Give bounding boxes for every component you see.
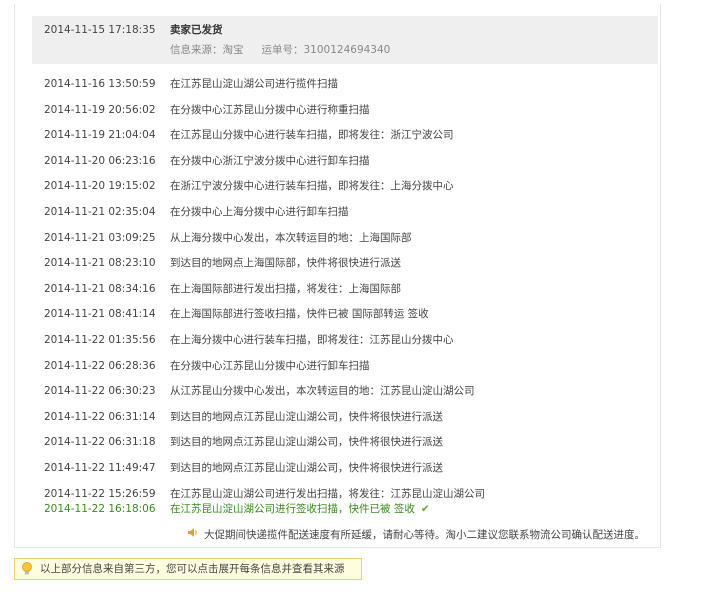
check-icon: ✔	[420, 503, 430, 515]
speaker-icon	[187, 526, 199, 544]
event-desc: 到达目的地网点上海国际部，快件将很快进行派送	[170, 257, 401, 270]
event-desc: 到达目的地网点江苏昆山淀山湖公司，快件将很快进行派送	[170, 462, 443, 474]
event-time: 2014-11-21 08:23:10	[44, 257, 156, 270]
notice-text: 大促期间快递揽件配送速度有所延缓，请耐心等待。淘小二建议您联系物流公司确认配送进…	[204, 529, 645, 541]
event-desc: 在浙江宁波分拨中心进行装车扫描，即将发往：上海分拨中心	[170, 180, 454, 193]
event-title: 卖家已发货	[170, 24, 223, 36]
event-desc: 在上海国际部进行发出扫描，将发往：上海国际部	[170, 282, 401, 295]
event-desc-text: 在江苏昆山淀山湖公司进行签收扫描，快件已被 签收	[170, 503, 415, 515]
event-desc: 在分拨中心江苏昆山分拨中心进行称重扫描	[170, 103, 370, 116]
event-time: 2014-11-22 11:49:47	[44, 462, 156, 474]
event-time: 2014-11-19 20:56:02	[44, 103, 156, 116]
event-desc: 在分拨中心上海分拨中心进行卸车扫描	[170, 206, 349, 218]
event-time: 2014-11-21 08:41:14	[44, 308, 156, 321]
event-time: 2014-11-21 03:09:25	[44, 231, 156, 244]
event-desc: 到达目的地网点江苏昆山淀山湖公司，快件将很快进行派送	[170, 410, 443, 423]
event-desc: 在江苏昆山淀山湖公司进行揽件扫描	[170, 78, 338, 90]
waybill-number: 运单号：3100124694340	[261, 44, 391, 56]
event-desc: 在上海分拨中心进行装车扫描，即将发往：江苏昆山分拨中心	[170, 334, 454, 346]
event-desc: 在分拨中心江苏昆山分拨中心进行卸车扫描	[170, 359, 370, 372]
source-label: 信息来源：淘宝	[170, 44, 244, 56]
event-time: 2014-11-19 21:04:04	[44, 129, 156, 142]
event-time: 2014-11-20 19:15:02	[44, 180, 156, 193]
event-desc: 在分拨中心浙江宁波分拨中心进行卸车扫描	[170, 154, 370, 167]
third-party-tip: 以上部分信息来自第三方，您可以点击展开每条信息并查看其来源	[14, 558, 362, 580]
notice: 大促期间快递揽件配送速度有所延缓，请耐心等待。淘小二建议您联系物流公司确认配送进…	[187, 526, 645, 544]
event-desc: 在上海国际部进行签收扫描，快件已被 国际部转运 签收	[170, 308, 429, 321]
event-desc: 到达目的地网点江苏昆山淀山湖公司，快件将很快进行派送	[170, 436, 443, 449]
tip-text: 以上部分信息来自第三方，您可以点击展开每条信息并查看其来源	[40, 563, 345, 575]
event-desc: 从江苏昆山分拨中心发出，本次转运目的地：江苏昆山淀山湖公司	[170, 385, 475, 398]
event-time: 2014-11-21 02:35:04	[44, 206, 156, 218]
event-desc: 在江苏昆山分拨中心进行装车扫描，即将发往：浙江宁波公司	[170, 129, 454, 142]
event-time: 2014-11-16 13:50:59	[44, 78, 156, 90]
event-time: 2014-11-15 17:18:35	[44, 24, 156, 36]
event-time: 2014-11-21 08:34:16	[44, 282, 156, 295]
event-time: 2014-11-22 06:31:14	[44, 410, 156, 423]
event-time: 2014-11-20 06:23:16	[44, 154, 156, 167]
event-desc: 在江苏昆山淀山湖公司进行签收扫描，快件已被 签收 ✔	[170, 499, 430, 519]
event-time: 2014-11-22 01:35:56	[44, 334, 156, 346]
event-time: 2014-11-22 06:30:23	[44, 385, 156, 398]
event-time: 2014-11-22 06:31:18	[44, 436, 156, 449]
logistics-panel: 2014-11-15 17:18:35 卖家已发货 信息来源：淘宝 运单号：310…	[14, 4, 661, 548]
lightbulb-icon	[21, 562, 33, 583]
first-event-block[interactable]: 2014-11-15 17:18:35 卖家已发货 信息来源：淘宝 运单号：310…	[32, 16, 658, 64]
event-time: 2014-11-22 16:18:06	[44, 503, 156, 515]
event-source: 信息来源：淘宝 运单号：3100124694340	[170, 40, 408, 60]
event-time: 2014-11-22 06:28:36	[44, 359, 156, 372]
event-desc: 从上海分拨中心发出，本次转运目的地：上海国际部	[170, 231, 412, 244]
